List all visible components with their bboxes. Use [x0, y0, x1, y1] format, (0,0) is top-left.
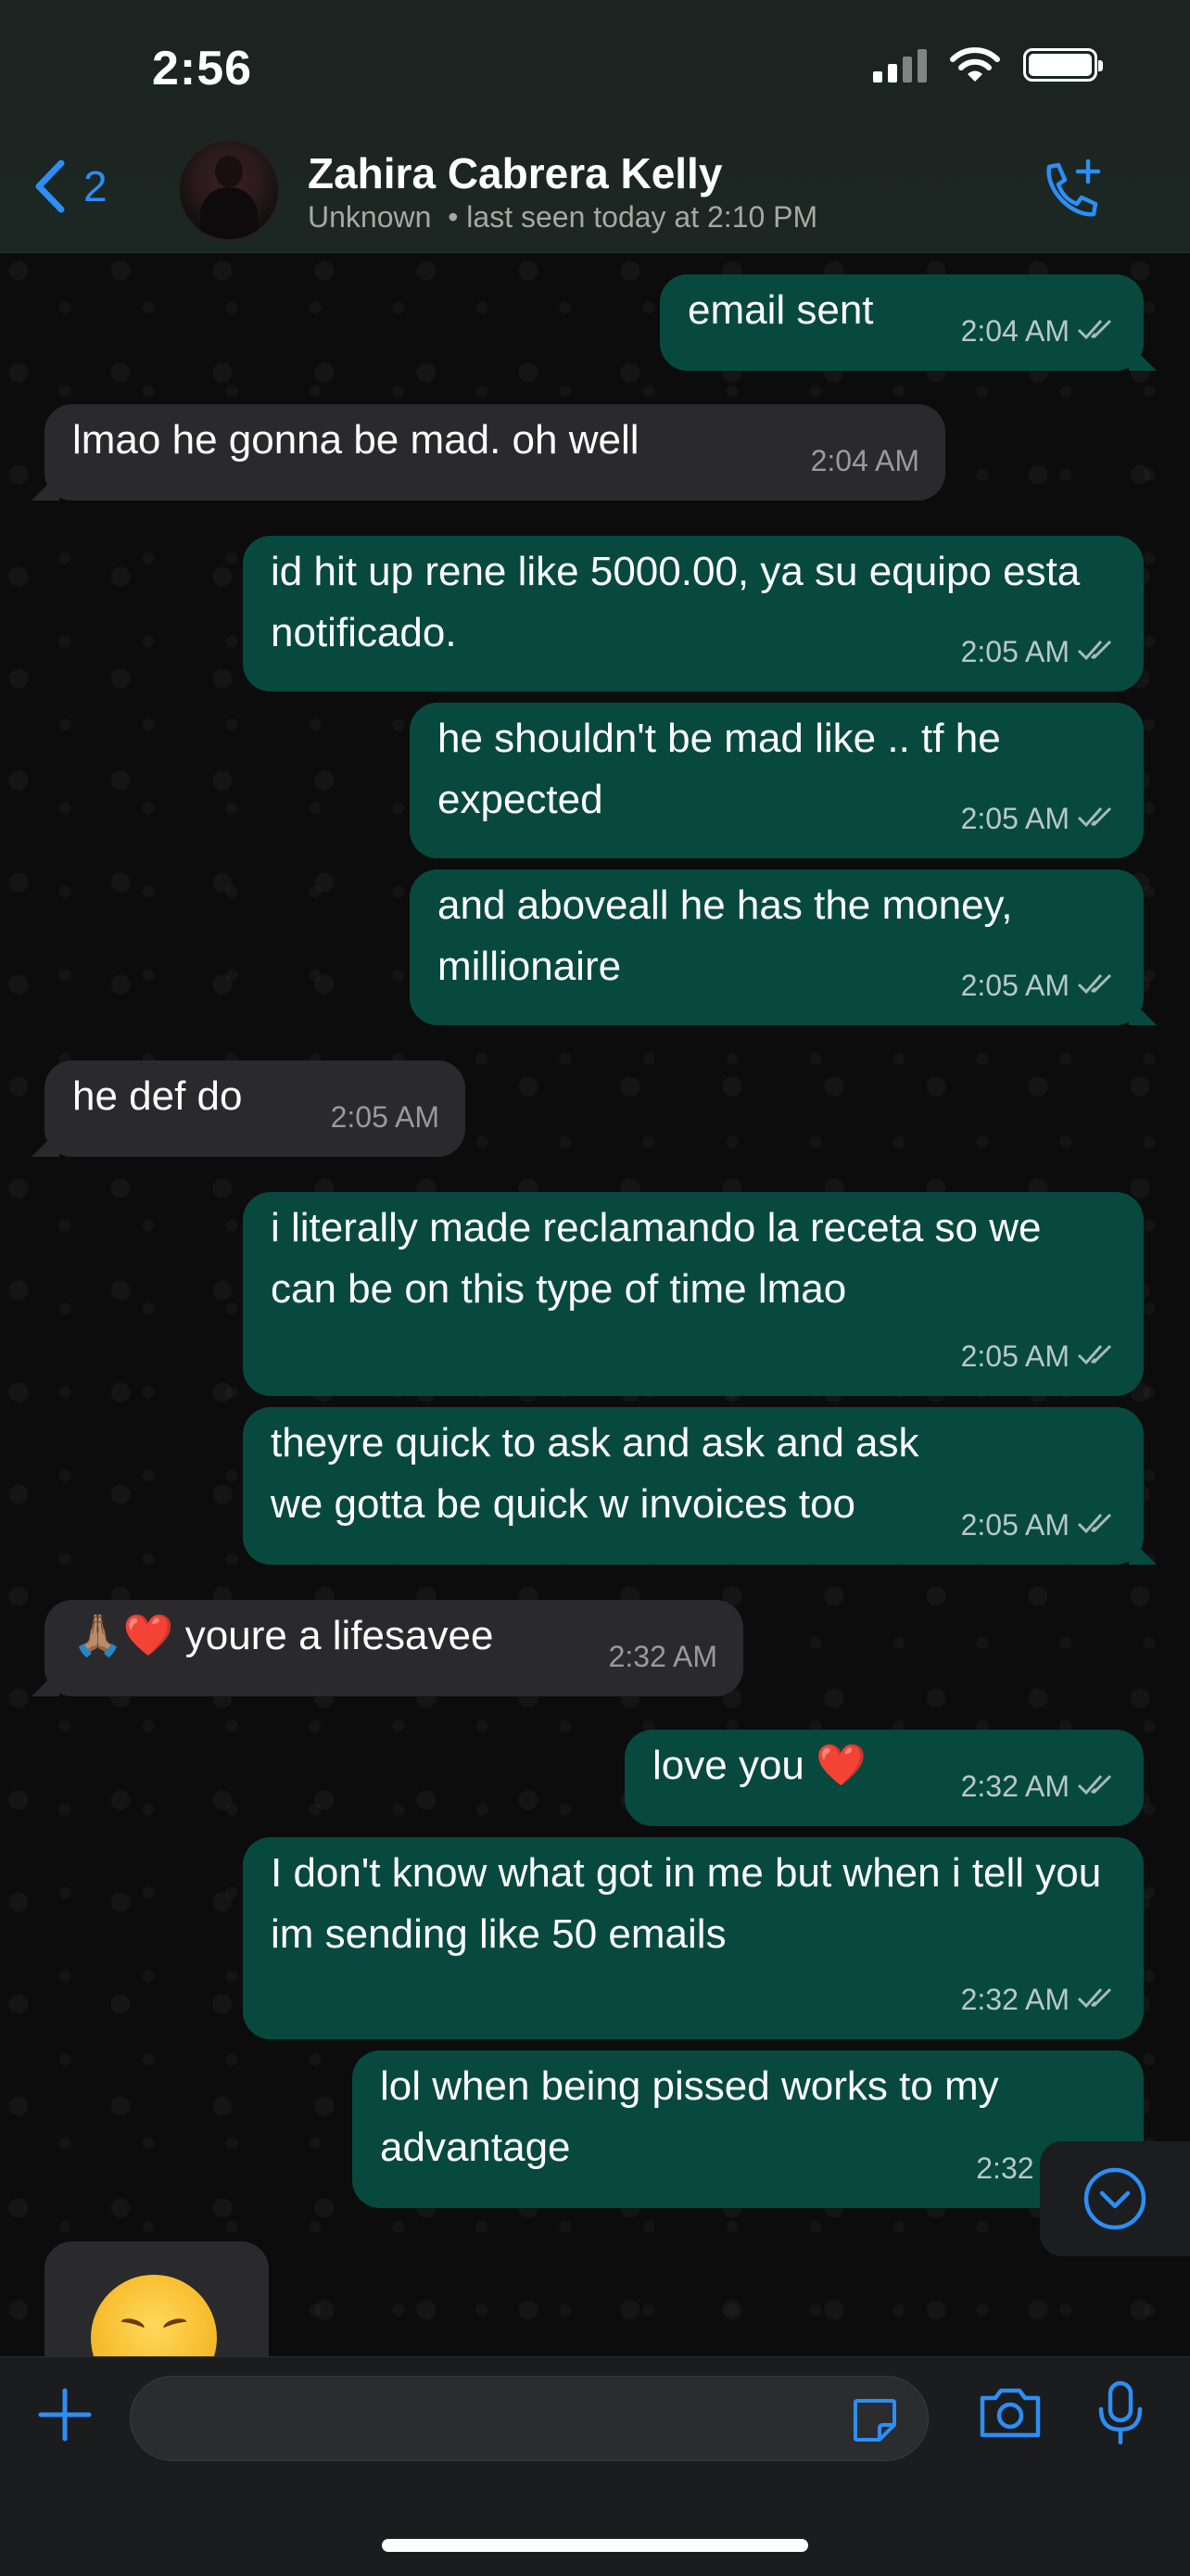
message-bubble-outgoing[interactable]: he shouldn't be mad like .. tf he expect… [410, 703, 1144, 858]
message-input-bar [0, 2356, 1190, 2576]
message-time: 2:32 AM [608, 1640, 717, 1673]
message-bubble-incoming[interactable]: lmao he gonna be mad. oh well 2:04 AM [44, 404, 945, 501]
scroll-to-bottom-button[interactable] [1040, 2141, 1190, 2256]
message-time: 2:04 AM [960, 314, 1070, 348]
message-text: I don't know what got in me but when i t… [271, 1850, 1113, 1957]
back-button[interactable]: 2 [33, 159, 108, 213]
message-time: 2:05 AM [960, 802, 1070, 835]
contact-avatar[interactable] [178, 139, 280, 241]
message-input[interactable] [130, 2376, 929, 2461]
chat-header: 2:56 2 Zahira Cabrera Kelly Unknown • la… [0, 0, 1190, 253]
weary-face-emoji [91, 2275, 217, 2362]
message-time: 2:05 AM [960, 635, 1070, 668]
status-time: 2:56 [152, 42, 253, 95]
message-bubble-outgoing[interactable]: i literally made reclamando la receta so… [243, 1192, 1144, 1396]
cellular-signal-icon [873, 47, 927, 82]
camera-icon[interactable] [977, 2385, 1044, 2441]
read-receipt-icon [1077, 621, 1118, 682]
contact-status: Unknown • last seen today at 2:10 PM [308, 200, 818, 234]
message-time: 2:05 AM [960, 1339, 1070, 1373]
message-time: 2:32 AM [960, 1770, 1070, 1803]
sticker-icon[interactable] [850, 2395, 900, 2445]
message-bubble-incoming[interactable]: 🙏🏽❤️ youre a lifesavee 2:32 AM [44, 1600, 743, 1696]
battery-icon [1023, 48, 1103, 82]
message-bubble-incoming[interactable]: he def do 2:05 AM [44, 1060, 465, 1157]
add-call-icon[interactable] [1036, 158, 1103, 224]
read-receipt-icon [1077, 955, 1118, 1016]
read-receipt-icon [1077, 1756, 1118, 1817]
message-time: 2:32 AM [960, 1983, 1070, 2016]
message-bubble-outgoing[interactable]: lol when being pissed works to my advant… [352, 2050, 1144, 2208]
status-icons [873, 46, 1103, 83]
message-time: 2:05 AM [960, 1508, 1070, 1542]
message-text: lmao he gonna be mad. oh well [72, 417, 639, 463]
read-receipt-icon [1077, 1494, 1118, 1555]
chevron-left-icon [35, 159, 65, 213]
read-receipt-icon [1077, 788, 1118, 849]
message-time: 2:05 AM [330, 1100, 439, 1134]
message-bubble-outgoing[interactable]: and aboveall he has the money, millionai… [410, 869, 1144, 1025]
contact-name[interactable]: Zahira Cabrera Kelly [308, 148, 722, 198]
message-bubble-outgoing[interactable]: id hit up rene like 5000.00, ya su equip… [243, 536, 1144, 692]
plus-icon[interactable] [35, 2385, 95, 2444]
message-bubble-incoming-partial[interactable] [44, 2241, 269, 2362]
chevron-down-circle-icon [1083, 2167, 1146, 2230]
message-bubble-outgoing[interactable]: theyre quick to ask and ask and ask we g… [243, 1407, 1144, 1565]
message-bubble-outgoing[interactable]: love you ❤️ 2:32 AM [625, 1730, 1144, 1826]
read-receipt-icon [1077, 1326, 1118, 1387]
home-indicator [382, 2539, 808, 2552]
unread-count: 2 [83, 162, 108, 210]
message-bubble-outgoing[interactable]: I don't know what got in me but when i t… [243, 1837, 1144, 2039]
message-bubble-outgoing[interactable]: email sent 2:04 AM [660, 274, 1144, 371]
read-receipt-icon [1077, 300, 1118, 362]
microphone-icon[interactable] [1095, 2379, 1146, 2446]
message-text: i literally made reclamando la receta so… [271, 1205, 1053, 1312]
wifi-icon [950, 47, 1000, 82]
message-time: 2:04 AM [810, 444, 919, 477]
read-receipt-icon [1077, 1969, 1118, 2030]
message-time: 2:05 AM [960, 969, 1070, 1002]
